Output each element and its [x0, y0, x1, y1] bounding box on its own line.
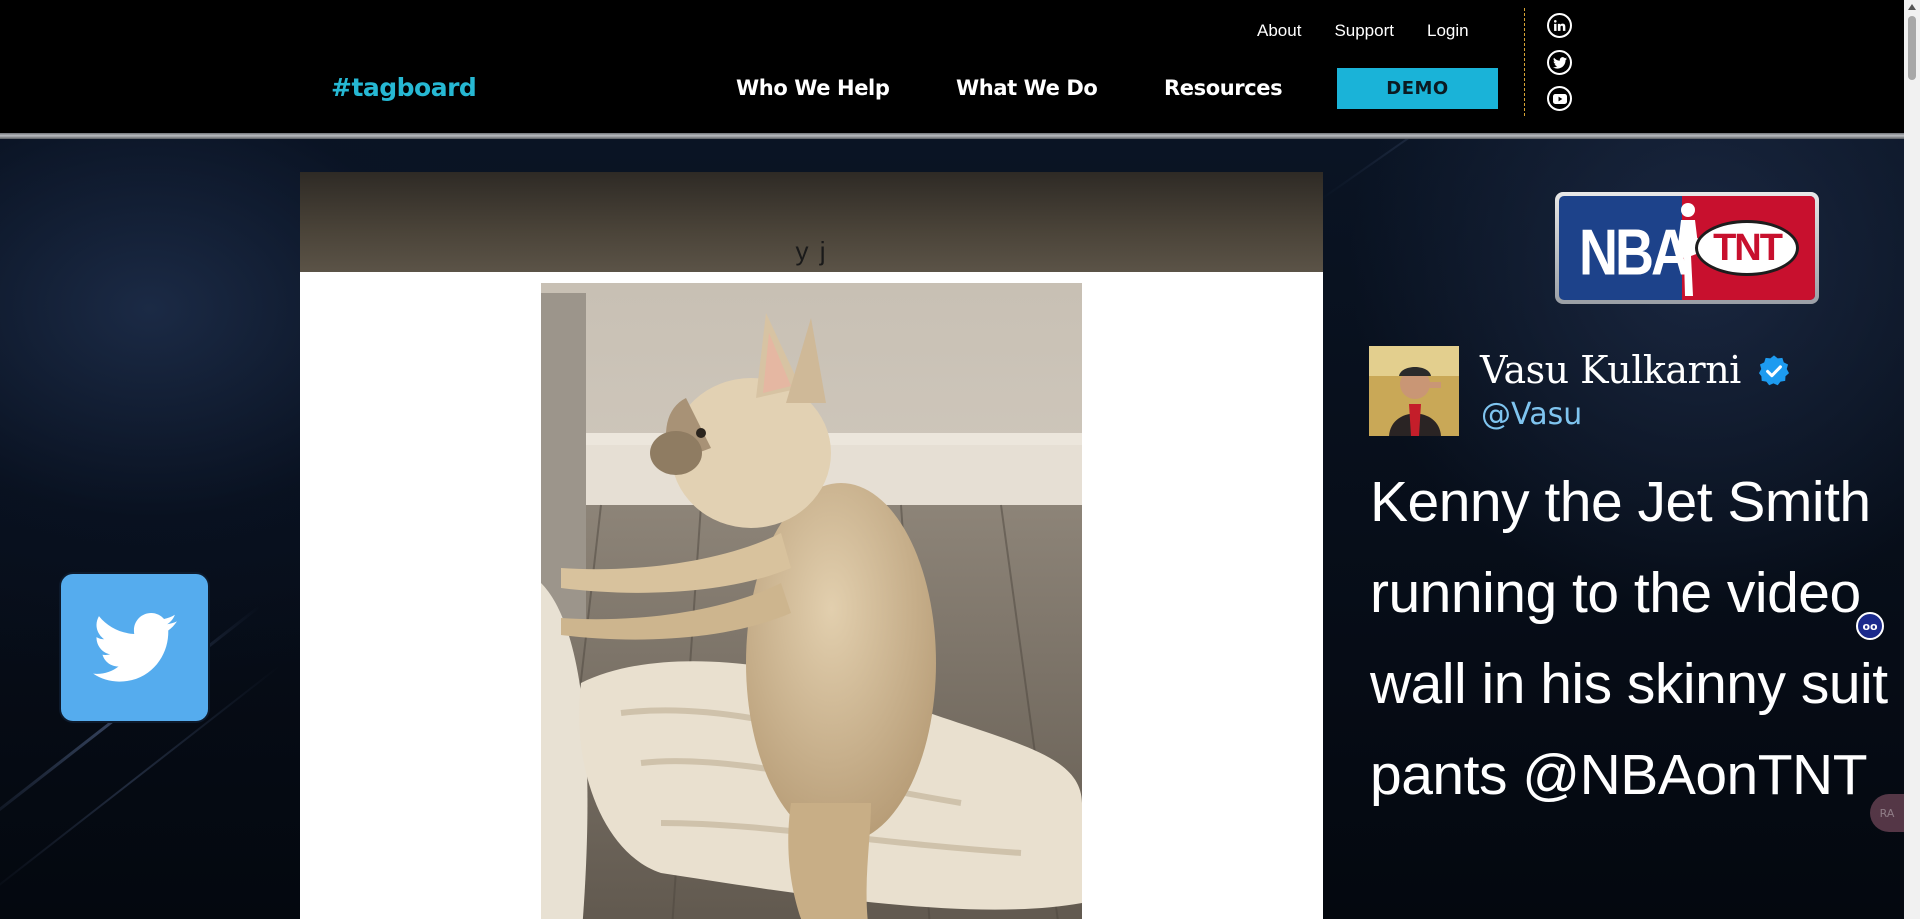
util-link-about[interactable]: About	[1257, 20, 1301, 42]
avatar-image	[1369, 346, 1459, 436]
site-header: About Support Login #tagboard Who We Hel…	[0, 0, 1904, 134]
demo-button[interactable]: DEMO	[1337, 68, 1498, 109]
header-divider	[1524, 8, 1525, 116]
tagboard-logo[interactable]: #tagboard	[331, 70, 477, 106]
scrollbar-thumb[interactable]	[1908, 16, 1916, 80]
util-link-support[interactable]: Support	[1334, 20, 1394, 42]
accessibility-widget-button[interactable]: oo	[1856, 612, 1884, 640]
dog-illustration	[541, 283, 1082, 919]
tweet-media: y j	[300, 172, 1323, 919]
youtube-icon[interactable]	[1547, 86, 1572, 111]
nav-who-we-help[interactable]: Who We Help	[736, 74, 890, 102]
tweet-author-name: Vasu Kulkarni	[1480, 348, 1741, 392]
nav-what-we-do[interactable]: What We Do	[956, 74, 1098, 102]
youtube-glyph	[1552, 93, 1567, 104]
linkedin-glyph	[1554, 20, 1566, 31]
hero-video[interactable]: y j NBA TNT Vasu Kulkarni @Vasu Kenny th…	[0, 139, 1904, 919]
nba-on-tnt-logo: NBA TNT	[1555, 192, 1819, 304]
tweet-text: Kenny the Jet Smith running to the video…	[1370, 470, 1888, 807]
twitter-bird-icon	[92, 612, 177, 682]
dog-photo	[541, 283, 1082, 919]
avatar	[1369, 346, 1459, 436]
tweet-author-handle: @Vasu	[1481, 397, 1583, 432]
nba-logo-panel: NBA TNT	[1559, 196, 1815, 300]
twitter-glyph	[1552, 56, 1567, 69]
page-scrollbar[interactable]	[1904, 0, 1920, 919]
scroll-up-arrow-icon[interactable]	[1904, 0, 1920, 14]
twitter-badge	[61, 574, 208, 721]
media-caption: y j	[795, 236, 828, 266]
linkedin-icon[interactable]	[1547, 13, 1572, 38]
tnt-logo-text: TNT	[1695, 220, 1799, 276]
verified-badge-icon	[1758, 355, 1790, 386]
utility-nav: About Support Login	[1257, 20, 1502, 42]
page: About Support Login #tagboard Who We Hel…	[0, 0, 1920, 919]
nav-resources[interactable]: Resources	[1164, 74, 1283, 102]
util-link-login[interactable]: Login	[1427, 20, 1469, 42]
scroll-up-glyph	[1908, 4, 1916, 10]
side-widget-tab[interactable]: RA	[1870, 794, 1904, 832]
twitter-icon[interactable]	[1547, 50, 1572, 75]
